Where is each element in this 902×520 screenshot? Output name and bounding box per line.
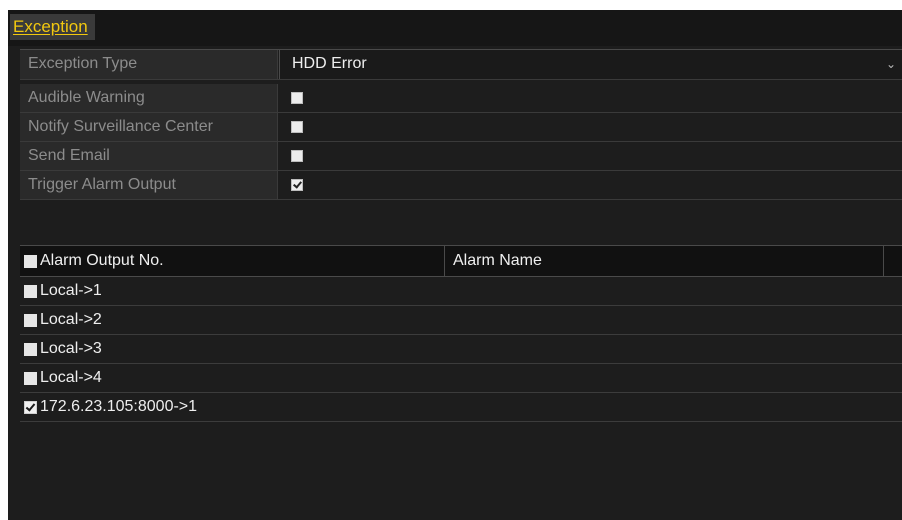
exception-type-label: Exception Type [20, 50, 278, 79]
alarm-output-no: Local->3 [40, 340, 102, 357]
row-checkbox[interactable] [24, 372, 37, 385]
exception-form: Exception Type HDD Error ⌄ Audible Warni… [20, 49, 902, 200]
trigger-alarm-output-label: Trigger Alarm Output [20, 171, 278, 199]
tab-exception[interactable]: Exception [10, 14, 95, 40]
table-row[interactable]: 172.6.23.105:8000->1 [20, 393, 902, 422]
exception-type-row: Exception Type HDD Error ⌄ [20, 49, 902, 80]
table-row[interactable]: Local->4 [20, 364, 902, 393]
table-header: Alarm Output No. Alarm Name [20, 245, 902, 277]
send-email-row: Send Email [20, 142, 902, 171]
column-header-label: Alarm Name [453, 252, 542, 269]
table-row[interactable]: Local->3 [20, 335, 902, 364]
notify-surveillance-center-value-cell [279, 113, 902, 141]
trigger-alarm-output-row: Trigger Alarm Output [20, 171, 902, 200]
exception-type-value-cell: HDD Error ⌄ [279, 50, 902, 79]
send-email-label: Send Email [20, 142, 278, 170]
alarm-output-table: Alarm Output No. Alarm Name Local->1 Loc… [20, 245, 902, 422]
trigger-alarm-output-checkbox[interactable] [291, 179, 303, 191]
column-header-label: Alarm Output No. [40, 252, 164, 269]
alarm-output-no: Local->4 [40, 369, 102, 386]
notify-surveillance-center-checkbox[interactable] [291, 121, 303, 133]
audible-warning-row: Audible Warning [20, 84, 902, 113]
chevron-down-icon[interactable]: ⌄ [886, 50, 896, 78]
send-email-checkbox[interactable] [291, 150, 303, 162]
exception-type-select[interactable]: HDD Error ⌄ [279, 50, 902, 79]
notify-surveillance-center-row: Notify Surveillance Center [20, 113, 902, 142]
exception-settings-panel: Exception Exception Type HDD Error ⌄ Aud… [8, 10, 902, 520]
audible-warning-label: Audible Warning [20, 84, 278, 112]
audible-warning-checkbox[interactable] [291, 92, 303, 104]
alarm-output-no: Local->2 [40, 311, 102, 328]
tab-exception-label: Exception [13, 17, 88, 36]
row-checkbox[interactable] [24, 401, 37, 414]
notify-surveillance-center-label: Notify Surveillance Center [20, 113, 278, 141]
exception-type-selected-value: HDD Error [292, 55, 367, 72]
tab-bar: Exception [8, 10, 902, 46]
send-email-value-cell [279, 142, 902, 170]
select-all-checkbox[interactable] [24, 255, 37, 268]
alarm-output-no: 172.6.23.105:8000->1 [40, 398, 198, 415]
table-row[interactable]: Local->1 [20, 277, 902, 306]
row-checkbox[interactable] [24, 285, 37, 298]
row-checkbox[interactable] [24, 343, 37, 356]
trigger-alarm-output-value-cell [279, 171, 902, 199]
column-header-alarm-name[interactable]: Alarm Name [445, 246, 884, 276]
audible-warning-value-cell [279, 84, 902, 112]
table-row[interactable]: Local->2 [20, 306, 902, 335]
column-header-alarm-output-no[interactable]: Alarm Output No. [20, 246, 445, 276]
row-checkbox[interactable] [24, 314, 37, 327]
alarm-output-no: Local->1 [40, 282, 102, 299]
